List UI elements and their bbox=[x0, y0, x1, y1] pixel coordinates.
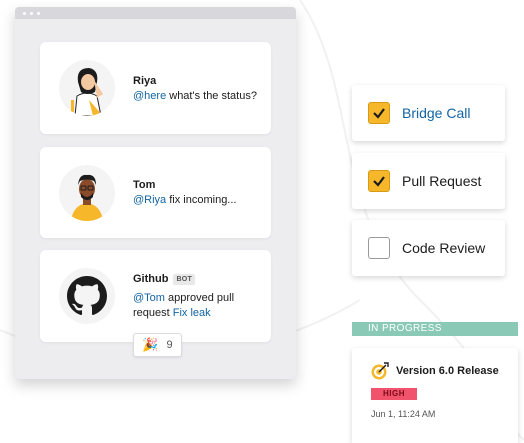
message-body: @Tom approved pull request Fix leak bbox=[133, 291, 263, 321]
avatar-tom[interactable] bbox=[59, 164, 115, 221]
checkbox-checked[interactable] bbox=[368, 170, 390, 192]
release-card[interactable]: Version 6.0 Release HIGH Jun 1, 11:24 AM bbox=[352, 348, 518, 443]
message-author[interactable]: Github BOT bbox=[133, 271, 263, 287]
bot-badge: BOT bbox=[173, 273, 196, 285]
checklist-item-bridge-call[interactable]: Bridge Call bbox=[352, 85, 505, 141]
party-popper-icon: 🎉 bbox=[142, 337, 159, 352]
message-tom[interactable]: Tom @Riya fix incoming... bbox=[40, 147, 271, 238]
message-author[interactable]: Tom bbox=[133, 177, 236, 193]
window-dot[interactable] bbox=[37, 11, 40, 15]
avatar-riya[interactable] bbox=[59, 60, 115, 116]
release-timestamp: Jun 1, 11:24 AM bbox=[371, 409, 436, 419]
chat-window: Riya @here what's the status? Tom @Riya … bbox=[15, 7, 296, 379]
avatar-github[interactable] bbox=[59, 268, 115, 324]
message-body: @here what's the status? bbox=[133, 89, 257, 104]
mention-riya[interactable]: @Riya bbox=[133, 194, 166, 206]
mention-here[interactable]: @here bbox=[133, 90, 166, 102]
checklist-item-code-review[interactable]: Code Review bbox=[352, 220, 505, 276]
pull-request-link[interactable]: Fix leak bbox=[173, 307, 211, 319]
reaction-tada[interactable]: 🎉 9 bbox=[133, 333, 182, 357]
message-body: @Riya fix incoming... bbox=[133, 193, 236, 208]
message-text: fix incoming... bbox=[166, 194, 237, 206]
target-icon bbox=[371, 362, 389, 380]
window-title-bar bbox=[15, 7, 296, 19]
reaction-count: 9 bbox=[166, 339, 173, 351]
release-title[interactable]: Version 6.0 Release bbox=[396, 365, 499, 377]
message-riya[interactable]: Riya @here what's the status? bbox=[40, 42, 271, 134]
mention-tom[interactable]: @Tom bbox=[133, 292, 165, 304]
message-github[interactable]: Github BOT @Tom approved pull request Fi… bbox=[40, 250, 271, 342]
checkbox-checked[interactable] bbox=[368, 102, 390, 124]
status-in-progress: IN PROGRESS bbox=[352, 322, 518, 336]
checkmark-icon bbox=[373, 108, 385, 119]
message-author[interactable]: Riya bbox=[133, 73, 257, 89]
checklist-item-pull-request[interactable]: Pull Request bbox=[352, 153, 505, 209]
checkmark-icon bbox=[373, 176, 385, 187]
checklist-label: Bridge Call bbox=[402, 105, 471, 121]
checklist-label: Pull Request bbox=[402, 173, 482, 189]
checkbox-unchecked[interactable] bbox=[368, 237, 390, 259]
window-dot[interactable] bbox=[23, 11, 26, 15]
checklist-label: Code Review bbox=[402, 240, 486, 256]
priority-badge: HIGH bbox=[371, 388, 417, 400]
author-name[interactable]: Github bbox=[133, 271, 168, 287]
window-dot[interactable] bbox=[30, 11, 33, 15]
github-logo-icon bbox=[67, 276, 107, 316]
message-text: what's the status? bbox=[166, 89, 257, 102]
